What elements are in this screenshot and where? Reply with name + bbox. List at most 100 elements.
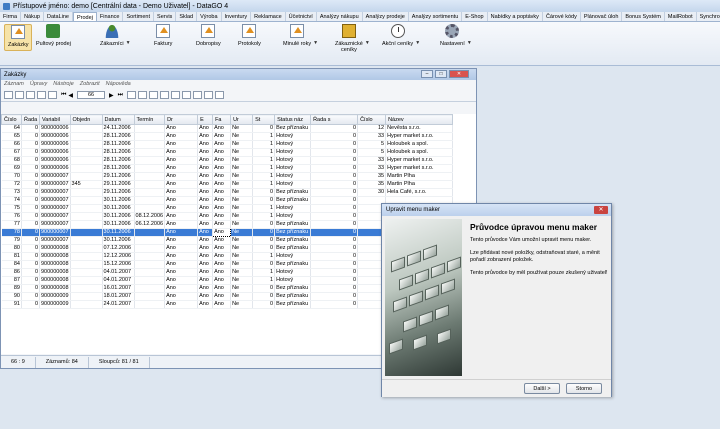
column-header[interactable]: Číslo bbox=[1, 114, 22, 125]
table-cell[interactable] bbox=[70, 276, 103, 285]
table-cell[interactable] bbox=[70, 212, 103, 221]
table-cell[interactable]: 0 bbox=[21, 284, 40, 293]
table-cell[interactable] bbox=[134, 244, 166, 253]
table-cell[interactable]: 0 bbox=[21, 260, 40, 269]
table-row[interactable]: 68 0 900000006 28.11.2006 Ano Ano Ano Ne 1 Hotový… bbox=[1, 156, 454, 165]
table-cell[interactable]: 900000006 bbox=[39, 140, 71, 149]
table-cell[interactable]: Bez příznaku bbox=[274, 244, 312, 253]
column-header[interactable]: Řada bbox=[21, 114, 40, 125]
table-cell[interactable]: Bez příznaku bbox=[274, 228, 312, 237]
table-cell[interactable]: Ano bbox=[164, 252, 199, 261]
table-cell[interactable]: 900000008 bbox=[39, 284, 71, 293]
columns-icon[interactable] bbox=[160, 91, 170, 99]
table-cell[interactable]: Ano bbox=[164, 180, 199, 189]
table-cell[interactable]: 1 bbox=[252, 180, 276, 189]
delete-record-icon[interactable] bbox=[26, 91, 35, 99]
menu-item-5[interactable]: Sortiment bbox=[123, 12, 155, 21]
table-cell[interactable]: 1 bbox=[252, 132, 276, 141]
table-cell[interactable]: 0 bbox=[310, 268, 359, 277]
table-cell[interactable]: 0 bbox=[310, 252, 359, 261]
table-cell[interactable]: 0 bbox=[310, 180, 359, 189]
table-cell[interactable]: Ano bbox=[212, 244, 232, 253]
table-cell[interactable]: Ano bbox=[212, 124, 232, 133]
faktury-button[interactable]: Faktury bbox=[154, 24, 172, 47]
table-cell[interactable]: 30.11.2006 bbox=[102, 204, 135, 213]
table-cell[interactable]: Ano bbox=[197, 140, 214, 149]
edit-record-icon[interactable] bbox=[15, 91, 24, 99]
table-cell[interactable]: Ne bbox=[230, 212, 254, 221]
table-cell[interactable]: Hotový bbox=[274, 204, 312, 213]
table-cell[interactable]: 86 bbox=[1, 268, 22, 277]
table-cell[interactable]: 30.11.2006 bbox=[102, 196, 135, 205]
table-cell[interactable]: 90 bbox=[1, 292, 22, 301]
table-cell[interactable]: Bez příznaku bbox=[274, 300, 312, 309]
column-header[interactable]: E bbox=[197, 114, 214, 125]
table-cell[interactable] bbox=[70, 196, 103, 205]
table-cell[interactable]: Ano bbox=[212, 260, 232, 269]
table-cell[interactable] bbox=[134, 148, 166, 157]
menu-item-15[interactable]: E-Shop bbox=[462, 12, 488, 21]
table-cell[interactable]: 900000008 bbox=[39, 260, 71, 269]
table-cell[interactable]: 0 bbox=[252, 300, 276, 309]
table-cell[interactable]: Ano bbox=[164, 156, 199, 165]
table-cell[interactable]: 89 bbox=[1, 284, 22, 293]
minule-roky-button[interactable]: Minulé roky ▼ bbox=[283, 24, 318, 47]
table-cell[interactable]: 78 bbox=[1, 228, 22, 237]
table-cell[interactable]: Hotový bbox=[274, 252, 312, 261]
table-cell[interactable] bbox=[70, 164, 103, 173]
table-cell[interactable]: 5 bbox=[357, 140, 387, 149]
table-cell[interactable]: Bez příznaku bbox=[274, 220, 312, 229]
table-cell[interactable]: 0 bbox=[310, 132, 359, 141]
column-header[interactable]: Řada s bbox=[310, 114, 359, 125]
table-cell[interactable]: Ne bbox=[230, 164, 254, 173]
table-cell[interactable]: Ano bbox=[164, 196, 199, 205]
table-cell[interactable]: Bez příznaku bbox=[274, 196, 312, 205]
table-cell[interactable]: 0 bbox=[310, 196, 359, 205]
table-cell[interactable]: Ano bbox=[212, 252, 232, 261]
close-button[interactable]: ✕ bbox=[449, 70, 469, 78]
column-header[interactable]: Fa bbox=[212, 114, 232, 125]
table-cell[interactable]: Ano bbox=[164, 292, 199, 301]
table-cell[interactable]: Ne bbox=[230, 140, 254, 149]
table-cell[interactable]: Ano bbox=[212, 284, 232, 293]
table-cell[interactable]: 12 bbox=[357, 124, 387, 133]
table-cell[interactable]: Ano bbox=[197, 124, 214, 133]
table-cell[interactable]: Ano bbox=[197, 204, 214, 213]
table-cell[interactable]: Ano bbox=[164, 212, 199, 221]
table-cell[interactable]: Hela Café, s.r.o. bbox=[385, 188, 454, 197]
table-cell[interactable]: 30.11.2006 bbox=[102, 236, 135, 245]
table-cell[interactable]: Ano bbox=[197, 164, 214, 173]
table-cell[interactable]: Ano bbox=[197, 196, 214, 205]
table-cell[interactable]: Ne bbox=[230, 260, 254, 269]
table-cell[interactable]: 0 bbox=[21, 220, 40, 229]
table-cell[interactable]: Ano bbox=[164, 164, 199, 173]
table-cell[interactable]: 0 bbox=[252, 228, 276, 237]
table-cell[interactable]: 33 bbox=[357, 164, 387, 173]
table-cell[interactable]: 0 bbox=[310, 124, 359, 133]
new-record-icon[interactable] bbox=[4, 91, 13, 99]
dialog-close-button[interactable]: ✕ bbox=[594, 206, 608, 214]
table-cell[interactable]: Ano bbox=[197, 148, 214, 157]
table-row[interactable]: 66 0 900000006 28.11.2006 Ano Ano Ano Ne 1 Hotový… bbox=[1, 140, 454, 149]
table-cell[interactable]: Ano bbox=[212, 212, 232, 221]
chevron-down-icon[interactable]: ▼ bbox=[415, 40, 420, 46]
table-cell[interactable]: Hotový bbox=[274, 268, 312, 277]
table-cell[interactable]: 66 bbox=[1, 140, 22, 149]
table-cell[interactable]: 35 bbox=[357, 180, 387, 189]
table-cell[interactable] bbox=[70, 252, 103, 261]
table-cell[interactable] bbox=[134, 140, 166, 149]
table-cell[interactable]: 0 bbox=[252, 188, 276, 197]
table-cell[interactable]: Hotový bbox=[274, 140, 312, 149]
column-header[interactable]: Variabil bbox=[39, 114, 71, 125]
table-cell[interactable]: 0 bbox=[21, 276, 40, 285]
table-cell[interactable]: 0 bbox=[310, 164, 359, 173]
table-cell[interactable]: 16.01.2007 bbox=[102, 284, 135, 293]
table-cell[interactable]: Ano bbox=[212, 220, 232, 229]
table-cell[interactable] bbox=[134, 156, 166, 165]
table-cell[interactable]: 0 bbox=[310, 204, 359, 213]
table-cell[interactable]: 06.12.2006 bbox=[134, 220, 166, 229]
table-cell[interactable]: 87 bbox=[1, 276, 22, 285]
table-cell[interactable]: 28.11.2006 bbox=[102, 140, 135, 149]
table-cell[interactable] bbox=[134, 228, 166, 237]
menu-item-1[interactable]: Nákup bbox=[21, 12, 44, 21]
